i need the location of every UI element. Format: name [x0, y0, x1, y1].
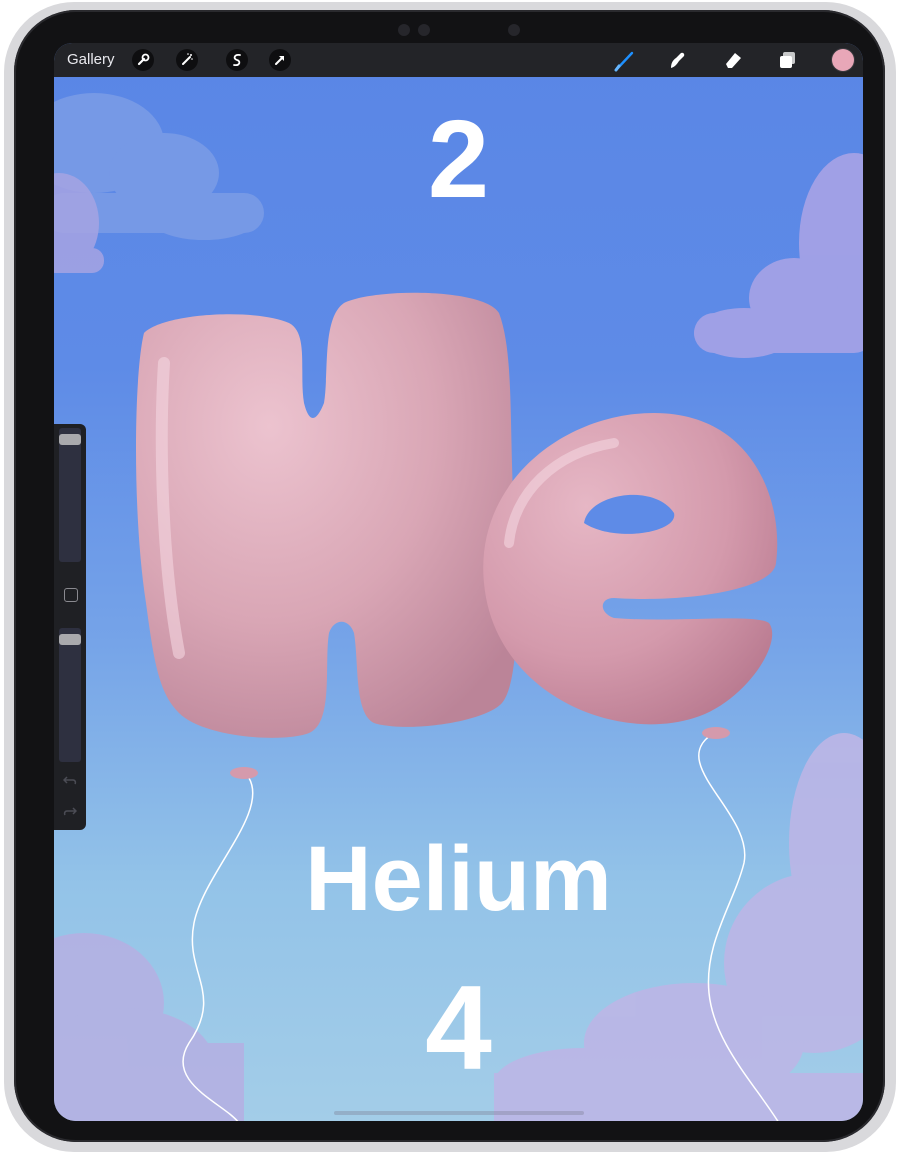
gallery-button[interactable]: Gallery — [67, 51, 115, 69]
balloon-e-knot — [702, 727, 730, 739]
opacity-slider[interactable] — [59, 628, 81, 762]
brush-icon[interactable] — [612, 49, 636, 73]
redo-icon[interactable] — [63, 804, 77, 818]
selection-icon[interactable] — [226, 49, 248, 71]
element-name-text: Helium — [305, 828, 612, 930]
home-indicator[interactable] — [334, 1111, 584, 1115]
modify-square-icon[interactable] — [64, 588, 78, 602]
balloon-letter-h — [136, 292, 517, 738]
procreate-screen: 2 Helium 4 Gallery — [54, 43, 863, 1121]
layers-icon[interactable] — [776, 48, 800, 72]
balloon-letter-e — [483, 413, 778, 725]
magic-wand-icon[interactable] — [176, 49, 198, 71]
wrench-icon[interactable] — [132, 49, 154, 71]
mass-number-text: 4 — [425, 961, 492, 1095]
transform-arrow-icon[interactable] — [269, 49, 291, 71]
atomic-number-text: 2 — [427, 98, 490, 221]
color-picker-button[interactable] — [832, 49, 854, 71]
eraser-icon[interactable] — [721, 48, 745, 72]
brush-size-handle[interactable] — [59, 433, 81, 445]
smudge-icon[interactable] — [665, 48, 689, 72]
camera-sensor — [418, 24, 430, 36]
camera-sensor — [398, 24, 410, 36]
balloon-h-knot — [230, 767, 258, 779]
left-sidebar — [54, 424, 86, 830]
undo-icon[interactable] — [63, 773, 77, 787]
opacity-handle[interactable] — [59, 633, 81, 645]
top-toolbar: Gallery — [54, 43, 863, 77]
brush-size-slider[interactable] — [59, 428, 81, 562]
camera-sensor — [508, 24, 520, 36]
